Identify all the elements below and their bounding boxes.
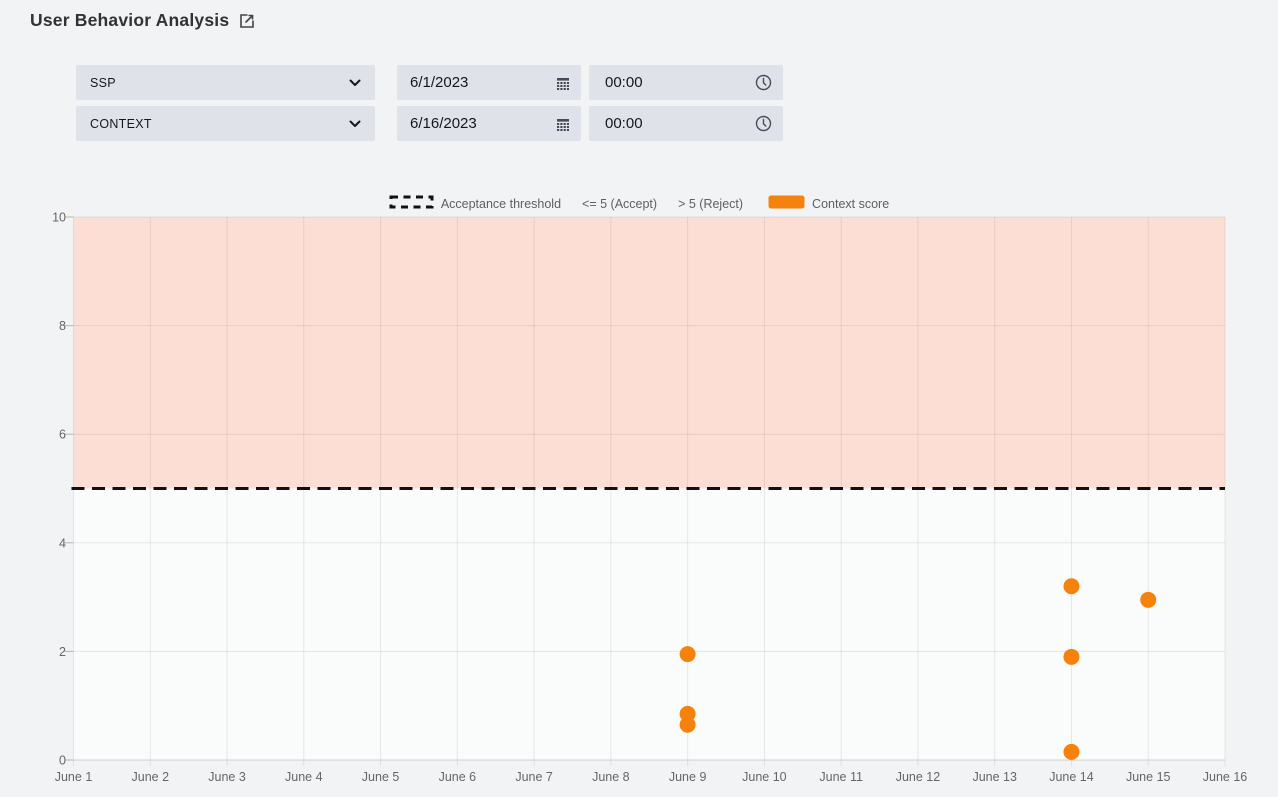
y-axis-label: 2 [59,645,66,659]
x-axis-label: June 2 [132,770,170,784]
data-point[interactable] [680,646,696,662]
y-axis-label: 6 [59,428,66,442]
x-axis-label: June 1 [55,770,93,784]
x-axis-label: June 3 [208,770,246,784]
data-point[interactable] [1140,592,1156,608]
x-axis-label: June 14 [1049,770,1094,784]
x-axis-label: June 4 [285,770,323,784]
x-axis-label: June 11 [819,770,863,784]
data-point[interactable] [680,717,696,733]
data-point[interactable] [1063,744,1079,760]
x-axis-label: June 6 [439,770,477,784]
x-axis-label: June 7 [515,770,553,784]
x-axis-label: June 15 [1126,770,1171,784]
x-axis-label: June 8 [592,770,630,784]
x-axis-label: June 10 [742,770,787,784]
y-axis-label: 10 [52,211,66,225]
x-axis-label: June 12 [896,770,941,784]
data-point[interactable] [1063,649,1079,665]
x-axis-label: June 13 [972,770,1017,784]
y-axis-label: 8 [59,319,66,333]
data-point[interactable] [1063,578,1079,594]
x-axis-label: June 5 [362,770,400,784]
y-axis-label: 0 [59,754,66,768]
x-axis-label: June 9 [669,770,707,784]
reject-region [74,217,1226,489]
y-axis-label: 4 [59,536,66,550]
scatter-chart: 0 2 4 6 8 10 June 1 June 2 June 3 June 4 June 5 Jun… [0,0,1278,797]
x-axis-label: June 16 [1203,770,1248,784]
